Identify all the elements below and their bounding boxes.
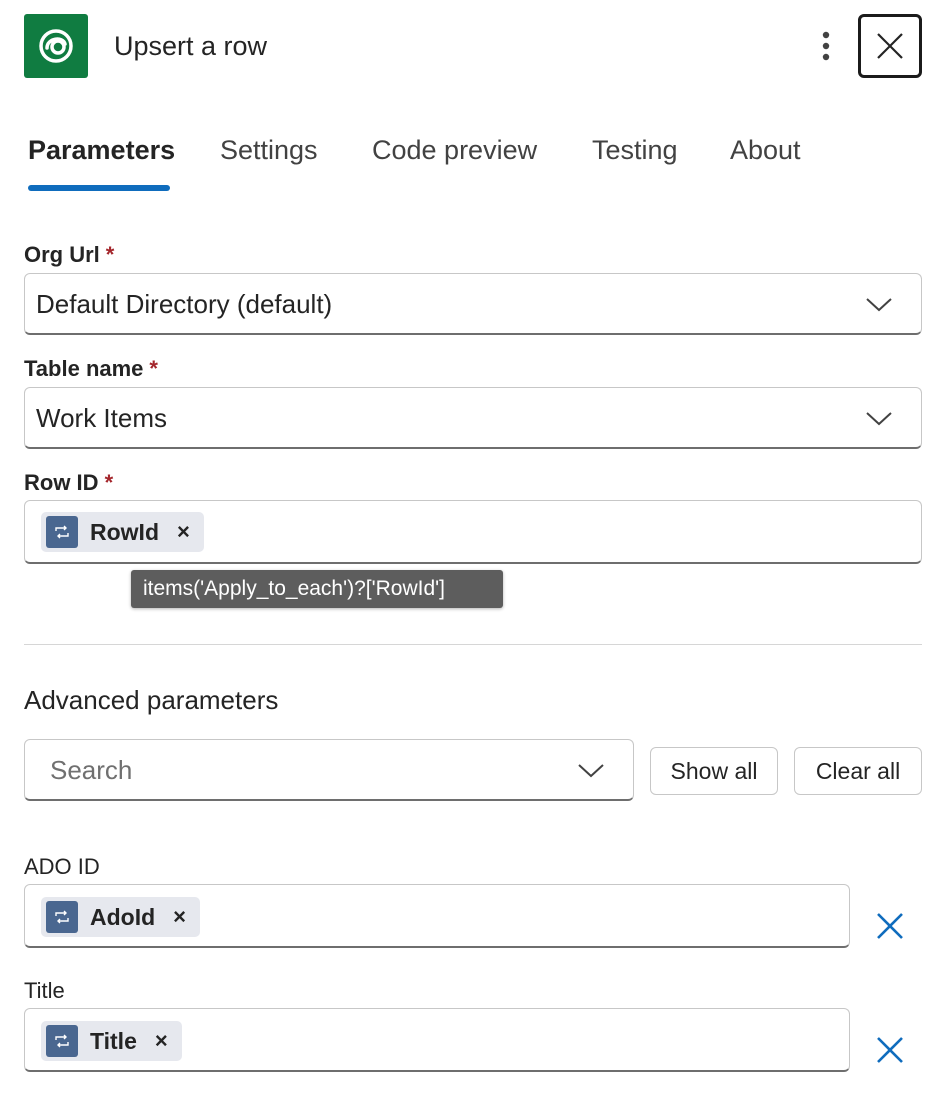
token-remove-button[interactable]: × bbox=[155, 1021, 168, 1061]
tab-code-preview[interactable]: Code preview bbox=[372, 126, 537, 174]
panel-title: Upsert a row bbox=[114, 31, 268, 61]
title-input[interactable]: Title × bbox=[24, 1008, 850, 1072]
expression-tooltip: items('Apply_to_each')?['RowId'] bbox=[131, 570, 503, 608]
row-id-input[interactable]: RowId × bbox=[24, 500, 922, 564]
chevron-down-icon bbox=[866, 298, 892, 312]
loop-icon bbox=[46, 516, 78, 548]
chevron-down-icon bbox=[866, 412, 892, 426]
tab-settings[interactable]: Settings bbox=[220, 126, 318, 174]
active-tab-indicator bbox=[28, 185, 170, 191]
ado-id-label: ADO ID bbox=[24, 854, 100, 879]
table-name-dropdown[interactable]: Work Items bbox=[24, 387, 922, 449]
required-indicator: * bbox=[104, 470, 114, 495]
token-label: AdoId bbox=[90, 904, 156, 930]
loop-icon bbox=[46, 901, 78, 933]
token-label: RowId bbox=[90, 519, 159, 545]
token-remove-button[interactable]: × bbox=[173, 897, 186, 937]
tab-parameters[interactable]: Parameters bbox=[28, 126, 175, 174]
close-button[interactable] bbox=[858, 14, 922, 78]
title-label: Title bbox=[24, 978, 65, 1003]
remove-parameter-close-icon[interactable] bbox=[872, 908, 908, 944]
panel-header: Upsert a row bbox=[0, 0, 940, 90]
org-url-value: Default Directory (default) bbox=[36, 289, 333, 319]
advanced-parameters-heading: Advanced parameters bbox=[24, 685, 279, 715]
token-remove-button[interactable]: × bbox=[177, 512, 190, 552]
table-name-value: Work Items bbox=[36, 403, 167, 433]
advanced-search-dropdown[interactable]: Search bbox=[24, 739, 634, 801]
show-all-button[interactable]: Show all bbox=[650, 747, 778, 795]
chevron-down-icon bbox=[578, 764, 604, 778]
required-indicator: * bbox=[105, 242, 115, 267]
more-options-button[interactable] bbox=[808, 28, 844, 64]
expression-token[interactable]: RowId × bbox=[41, 512, 204, 552]
section-divider bbox=[24, 644, 922, 645]
dataverse-icon bbox=[24, 14, 88, 78]
close-icon bbox=[877, 33, 903, 59]
row-id-label: Row ID * bbox=[24, 470, 114, 495]
search-placeholder: Search bbox=[50, 755, 133, 785]
required-indicator: * bbox=[149, 356, 158, 381]
org-url-label: Org Url * bbox=[24, 242, 115, 267]
org-url-dropdown[interactable]: Default Directory (default) bbox=[24, 273, 922, 335]
loop-icon bbox=[46, 1025, 78, 1057]
token-label: Title bbox=[90, 1028, 137, 1054]
clear-all-button[interactable]: Clear all bbox=[794, 747, 922, 795]
table-name-label: Table name * bbox=[24, 356, 158, 381]
tab-about[interactable]: About bbox=[730, 126, 801, 174]
remove-parameter-close-icon[interactable] bbox=[872, 1032, 908, 1068]
more-vertical-icon bbox=[822, 31, 830, 61]
expression-token[interactable]: AdoId × bbox=[41, 897, 201, 937]
tab-testing[interactable]: Testing bbox=[592, 126, 678, 174]
ado-id-input[interactable]: AdoId × bbox=[24, 884, 850, 948]
expression-token[interactable]: Title × bbox=[41, 1021, 182, 1061]
